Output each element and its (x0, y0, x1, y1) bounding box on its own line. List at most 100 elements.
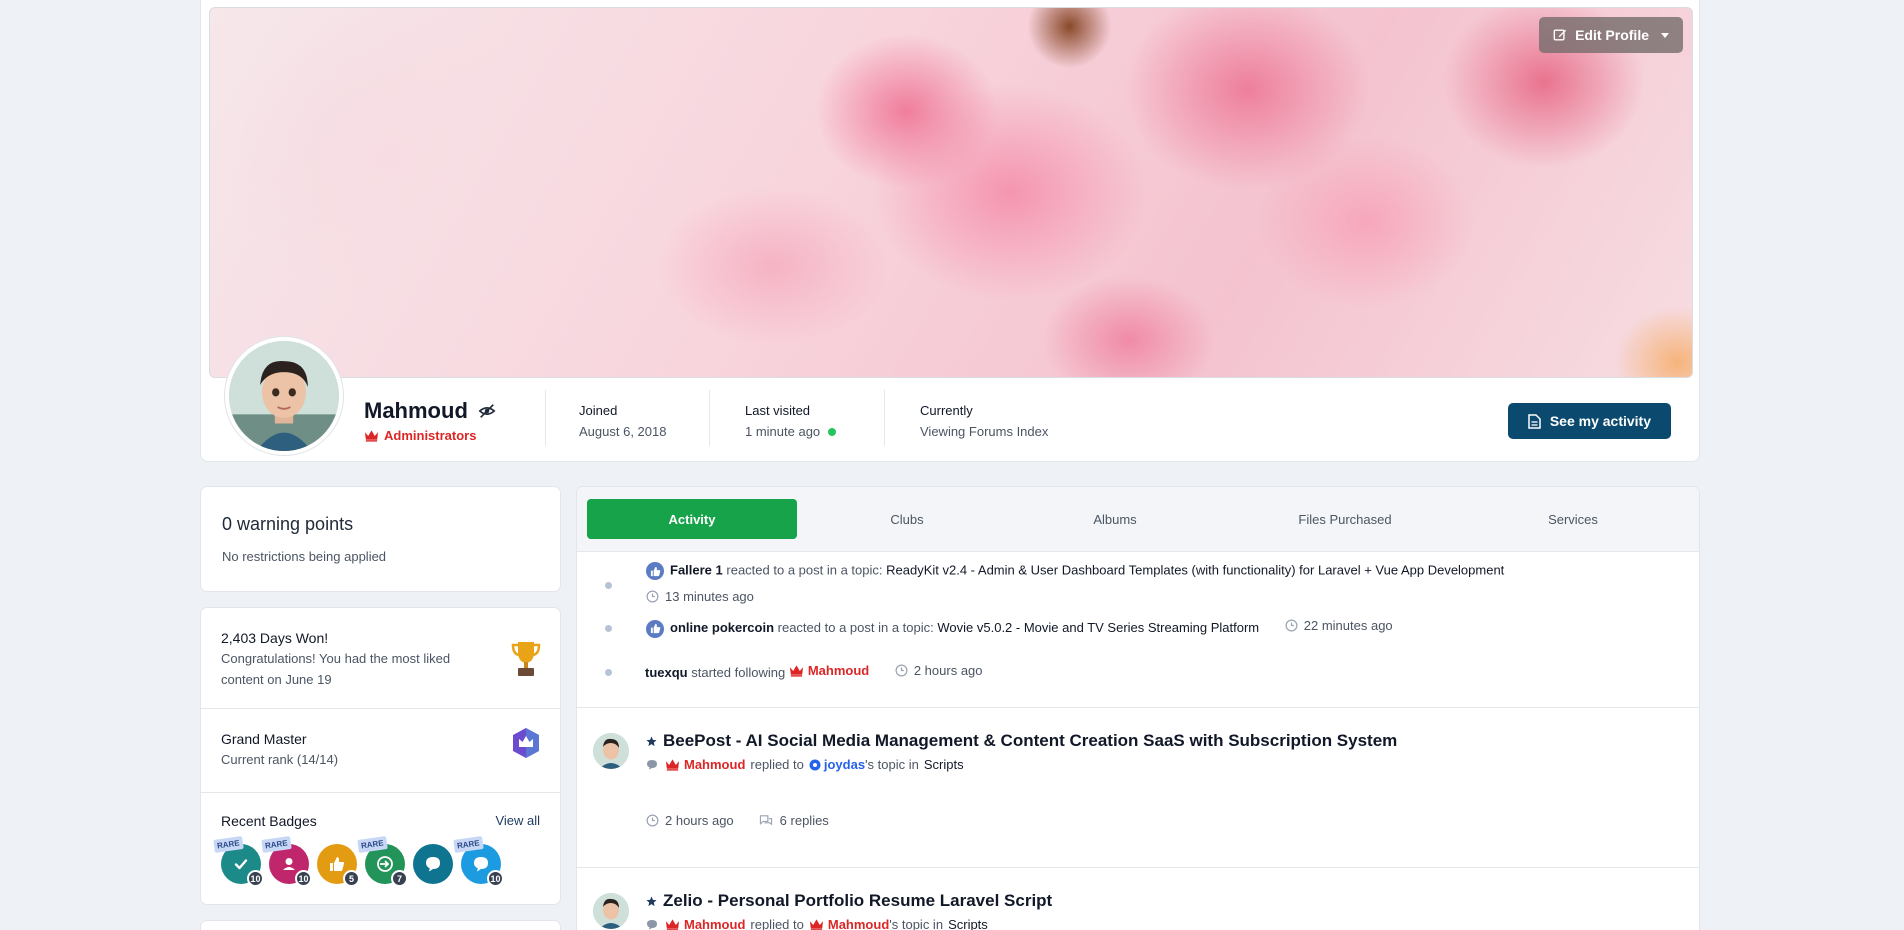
tab-files-purchased[interactable]: Files Purchased (1225, 499, 1465, 539)
badge-disc (413, 844, 453, 884)
caret-down-icon (1661, 32, 1669, 38)
document-icon (1528, 413, 1541, 429)
rank-row[interactable]: Grand Master Current rank (14/14) (201, 709, 560, 793)
avatar[interactable] (593, 733, 629, 769)
clock-icon (646, 590, 659, 603)
warning-points-title[interactable]: 0 warning points (222, 514, 353, 535)
clock-icon (646, 814, 659, 827)
currently-value[interactable]: Viewing Forums Index (920, 424, 1048, 439)
profile-avatar[interactable] (225, 337, 343, 455)
feed-time: 22 minutes ago (1303, 618, 1393, 633)
badges-list: 10 RARE 10 RARE 5 7 RARE 10 RARE (213, 836, 504, 887)
sidebar-card (200, 920, 561, 930)
badge-count: 10 (295, 870, 312, 887)
crown-icon (665, 919, 680, 930)
clock-icon (895, 664, 908, 677)
tab-activity[interactable]: Activity (587, 499, 797, 539)
followed-user-link[interactable]: Mahmoud (808, 663, 869, 678)
gear-badge-icon (809, 759, 821, 770)
badge-count: 7 (391, 870, 408, 887)
warning-points-sub: No restrictions being applied (222, 549, 387, 564)
days-won-row[interactable]: 2,403 Days Won! Congratulations! You had… (201, 608, 560, 709)
rank-title: Grand Master (221, 731, 307, 747)
tab-albums[interactable]: Albums (1015, 499, 1215, 539)
online-status-dot (828, 427, 837, 436)
recent-badges-title: Recent Badges (221, 813, 317, 829)
profile-group[interactable]: Administrators (384, 428, 476, 443)
divider (709, 390, 710, 446)
divider (577, 867, 1699, 868)
last-visited-label: Last visited (745, 403, 811, 418)
badge-item[interactable]: 10 RARE (453, 836, 504, 887)
star-icon (646, 735, 657, 746)
post-author-link[interactable]: Mahmoud (684, 757, 745, 772)
badge-item[interactable]: 5 (317, 844, 360, 887)
check-icon (234, 859, 248, 870)
comment-icon (647, 760, 657, 770)
badge-item[interactable]: 10 RARE (261, 836, 312, 887)
trophy-icon (511, 642, 541, 676)
warning-points-card: 0 warning points No restrictions being a… (200, 486, 561, 592)
thumbs-up-icon (330, 857, 345, 871)
view-all-badges-link[interactable]: View all (495, 813, 540, 828)
post-replies[interactable]: 6 replies (780, 813, 829, 828)
badge-item[interactable] (413, 844, 454, 885)
topic-owner-link[interactable]: joydas (824, 757, 865, 772)
avatar[interactable] (593, 893, 629, 929)
tab-clubs[interactable]: Clubs (807, 499, 1007, 539)
profile-username: Mahmoud (364, 398, 468, 423)
feed-action: started following (691, 665, 786, 680)
feed-user[interactable]: online pokercoin (670, 620, 774, 635)
like-icon (646, 562, 664, 580)
post-title-link[interactable]: Zelio - Personal Portfolio Resume Larave… (663, 891, 1052, 911)
chat-icon (474, 857, 488, 872)
joined-value: August 6, 2018 (579, 424, 667, 439)
feed-user[interactable]: tuexqu (645, 665, 688, 680)
timeline-bullet (605, 669, 612, 676)
eye-slash-icon[interactable] (478, 402, 496, 420)
see-my-activity-label: See my activity (1549, 413, 1651, 429)
chat-icon (426, 857, 440, 872)
forum-link[interactable]: Scripts (948, 917, 988, 930)
feed-time: 2 hours ago (913, 663, 983, 678)
feed-time: 13 minutes ago (665, 589, 754, 604)
comment-icon (647, 920, 657, 930)
badge-item[interactable]: 7 RARE (357, 836, 408, 887)
post-action: replied to (750, 917, 804, 930)
feed-action: reacted to a post in a topic: (777, 620, 934, 635)
divider (545, 390, 546, 446)
joined-label: Joined (579, 403, 618, 418)
rank-badge-icon (513, 728, 539, 758)
forum-link[interactable]: Scripts (924, 757, 964, 772)
feed-user[interactable]: Fallere 1 (670, 562, 723, 577)
feed-action: reacted to a post in a topic: (726, 562, 883, 578)
clock-icon (1285, 619, 1298, 632)
badge-count: 5 (343, 870, 360, 887)
rank-sub: Current rank (14/14) (221, 752, 339, 767)
arrow-in-icon (377, 856, 393, 872)
user-icon (283, 858, 295, 870)
post-author-link[interactable]: Mahmoud (684, 917, 745, 930)
edit-icon (1553, 29, 1567, 41)
days-won-title: 2,403 Days Won! (221, 630, 329, 646)
timeline-bullet (605, 625, 612, 632)
crown-icon (809, 919, 823, 930)
currently-label: Currently (920, 403, 973, 418)
profile-header: Edit Profile Mahmoud Administrators Join… (200, 0, 1700, 462)
days-won-sub: Congratulations! You had the most liked … (221, 651, 451, 687)
see-my-activity-button[interactable]: See my activity (1507, 403, 1671, 439)
feed-topic-link[interactable]: Wovie v5.0.2 - Movie and TV Series Strea… (937, 620, 1259, 635)
activity-panel: Activity Clubs Albums Files Purchased Se… (576, 486, 1700, 930)
post-title-link[interactable]: BeePost - AI Social Media Management & C… (663, 731, 1397, 751)
avatar-image (229, 341, 339, 451)
badge-item[interactable]: 10 RARE (213, 836, 264, 887)
topic-owner-suffix: 's topic in (865, 757, 919, 772)
badge-count: 10 (487, 870, 504, 887)
crown-icon (665, 759, 680, 771)
topic-owner-link[interactable]: Mahmoud (828, 917, 889, 930)
topic-owner-suffix: 's topic in (889, 917, 944, 930)
divider (884, 390, 885, 446)
tab-services[interactable]: Services (1473, 499, 1673, 539)
feed-topic-link[interactable]: ReadyKit v2.4 - Admin & User Dashboard T… (886, 562, 1504, 577)
edit-profile-button[interactable]: Edit Profile (1539, 17, 1683, 53)
